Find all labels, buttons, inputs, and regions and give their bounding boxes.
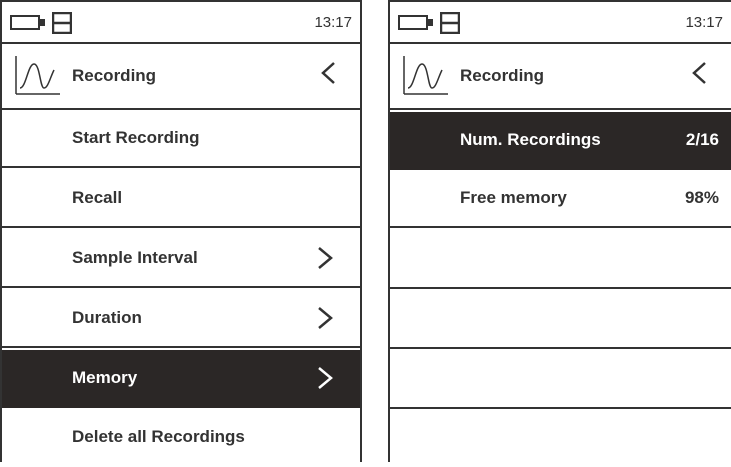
menu-item-delete-all-recordings[interactable]: Delete all Recordings <box>2 409 360 467</box>
menu-header: Recording <box>2 44 360 110</box>
info-value: 98% <box>684 188 719 207</box>
menu-item-label: Memory <box>72 368 138 387</box>
menu-item-duration[interactable]: Duration <box>2 290 360 348</box>
page-title: Recording <box>460 66 545 85</box>
waveform-icon <box>403 56 448 95</box>
status-bar: 13:17 <box>390 0 731 44</box>
back-chevron-icon[interactable] <box>318 58 338 88</box>
clock-time: 13:17 <box>685 14 723 31</box>
empty-row <box>390 290 731 349</box>
empty-row <box>390 350 731 409</box>
back-chevron-icon[interactable] <box>689 58 709 88</box>
menu-item-label: Duration <box>72 308 142 327</box>
empty-row <box>390 230 731 289</box>
menu-item-label: Sample Interval <box>72 248 198 267</box>
battery-icon <box>398 15 433 30</box>
menu-item-recall[interactable]: Recall <box>2 170 360 228</box>
recording-menu-screen: 13:17 Recording Start Recording Recall S… <box>0 0 362 467</box>
menu-item-label: Recall <box>72 188 123 207</box>
info-label: Free memory <box>460 188 567 207</box>
info-label: Num. Recordings <box>460 130 601 149</box>
info-row-num-recordings[interactable]: Num. Recordings 2/16 <box>390 112 731 170</box>
page-title: Recording <box>72 66 157 85</box>
info-row-free-memory[interactable]: Free memory 98% <box>390 170 731 228</box>
chevron-right-icon <box>318 247 333 269</box>
menu-header: Recording <box>390 44 731 110</box>
menu-item-memory[interactable]: Memory <box>2 350 360 408</box>
save-memory-icon <box>52 12 72 34</box>
clock-time: 13:17 <box>314 14 352 31</box>
menu-item-start-recording[interactable]: Start Recording <box>2 110 360 168</box>
memory-info-screen: 13:17 Recording Num. Recordings 2/16 Fre… <box>388 0 731 462</box>
waveform-icon <box>15 56 60 95</box>
menu-item-label: Delete all Recordings <box>72 427 245 446</box>
menu-item-label: Start Recording <box>72 128 200 147</box>
chevron-right-icon <box>318 367 333 389</box>
status-bar: 13:17 <box>2 0 360 44</box>
save-memory-icon <box>440 12 460 34</box>
menu-item-sample-interval[interactable]: Sample Interval <box>2 230 360 288</box>
battery-icon <box>10 15 45 30</box>
chevron-right-icon <box>318 307 333 329</box>
info-value: 2/16 <box>685 130 719 149</box>
